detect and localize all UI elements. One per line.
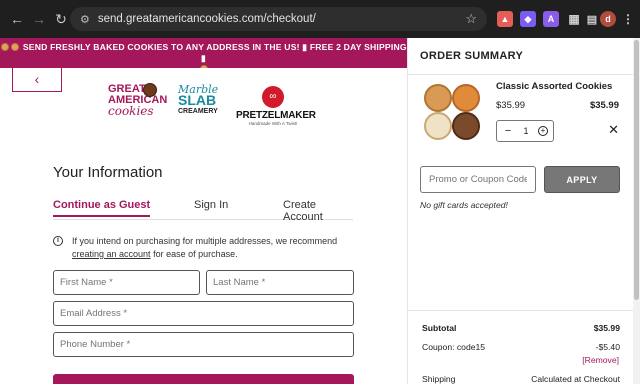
plus-button[interactable]: + xyxy=(537,126,548,136)
shipping-label: Shipping xyxy=(422,374,456,384)
promo-banner: SEND FRESHLY BAKED COOKIES TO ANY ADDRES… xyxy=(0,38,407,73)
section-title: Your Information xyxy=(53,164,163,181)
arrow-left-icon[interactable]: ← xyxy=(6,8,28,30)
pretzel-icon: ∞ xyxy=(262,86,284,108)
checkout-form-panel: ‹ GREAT AMERICAN cookies Marble SLAB CRE… xyxy=(0,68,407,384)
reload-icon[interactable]: ↻ xyxy=(50,8,72,30)
brave-shield-icon[interactable]: ▲ xyxy=(497,11,513,27)
quantity-stepper: − 1 + xyxy=(496,120,554,142)
email-field[interactable] xyxy=(53,301,354,326)
profile-avatar[interactable]: d xyxy=(600,11,616,27)
product-name: Classic Assorted Cookies xyxy=(496,81,613,92)
first-name-field[interactable] xyxy=(53,270,200,295)
menu-kebab-icon[interactable]: ⋮ xyxy=(620,11,636,27)
a-extension-icon[interactable]: A xyxy=(543,11,559,27)
truck-icon: ▮ xyxy=(302,42,308,52)
info-text: for ease of purchase. xyxy=(150,249,238,259)
product-image xyxy=(422,82,482,142)
info-notice: i If you intend on purchasing for multip… xyxy=(53,235,353,261)
back-button[interactable]: ‹ xyxy=(12,68,62,92)
create-account-link[interactable]: creating an account xyxy=(72,249,151,259)
subtotal-row: Subtotal $35.99 xyxy=(422,323,620,333)
logo-text: CREAMERY xyxy=(178,108,218,115)
truck-icon: ▮ xyxy=(201,53,206,63)
tab-sign-in[interactable]: Sign In xyxy=(194,199,228,211)
scrollbar-thumb[interactable] xyxy=(634,40,639,300)
promo-code-input[interactable] xyxy=(420,166,536,193)
info-icon: i xyxy=(53,236,63,246)
shipping-row: Shipping Calculated at Checkout xyxy=(422,374,620,384)
coupon-row: Coupon: code15 -$5.40 xyxy=(422,342,620,352)
last-name-field[interactable] xyxy=(206,270,354,295)
info-text: If you intend on purchasing for multiple… xyxy=(72,236,338,246)
arrow-right-icon[interactable]: → xyxy=(28,8,50,30)
coupon-value: -$5.40 xyxy=(595,342,620,352)
logo-text: PRETZELMAKER xyxy=(236,110,316,121)
product-price: $35.99 xyxy=(496,100,526,111)
coupon-label: Coupon: code15 xyxy=(422,342,486,352)
divider xyxy=(408,310,634,311)
puzzle-icon[interactable]: ▦ xyxy=(566,11,582,27)
phone-field[interactable] xyxy=(53,332,354,357)
scrollbar[interactable] xyxy=(633,38,640,384)
cookie-icon xyxy=(143,83,157,97)
address-bar[interactable]: ⚙ send.greatamericancookies.com/checkout… xyxy=(70,7,487,31)
logo-tagline: Handmade With A Twist! xyxy=(248,121,298,126)
remove-coupon-link[interactable]: [Remove] xyxy=(582,355,619,365)
url-text[interactable]: send.greatamericancookies.com/checkout/ xyxy=(98,13,316,25)
marble-slab-logo[interactable]: Marble SLAB CREAMERY xyxy=(178,84,226,117)
banner-text-2: FREE 2 DAY SHIPPING xyxy=(309,42,407,52)
cookie-icon xyxy=(1,43,10,51)
minus-button[interactable]: − xyxy=(502,125,514,137)
subtotal-value: $35.99 xyxy=(593,323,620,333)
order-summary-title: ORDER SUMMARY xyxy=(420,50,524,62)
product-line-total: $35.99 xyxy=(589,100,619,111)
logo-text: SLAB xyxy=(178,92,217,108)
chevron-left-icon: ‹ xyxy=(34,70,40,87)
pretzelmaker-logo[interactable]: ∞ PRETZELMAKER Handmade With A Twist! xyxy=(236,86,316,126)
tab-guest[interactable]: Continue as Guest xyxy=(53,199,151,217)
apply-button[interactable]: APPLY xyxy=(544,166,620,193)
divider xyxy=(408,74,634,75)
site-info-icon[interactable]: ⚙ xyxy=(80,13,90,26)
logo-text: cookies xyxy=(108,104,154,118)
subtotal-label: Subtotal xyxy=(422,323,457,333)
shipping-value: Calculated at Checkout xyxy=(531,374,620,384)
quantity-value: 1 xyxy=(523,126,529,136)
tab-create-account[interactable]: Create Account xyxy=(283,199,353,223)
remove-item-icon[interactable]: ✕ xyxy=(608,122,619,138)
order-summary-panel: ORDER SUMMARY Classic Assorted Cookies $… xyxy=(407,38,634,384)
banner-text: SEND FRESHLY BAKED COOKIES TO ANY ADDRES… xyxy=(22,42,303,52)
sidebar-icon[interactable]: ▤ xyxy=(584,11,600,27)
bookmark-star-icon[interactable]: ☆ xyxy=(465,11,477,27)
shield-icon[interactable]: ◆ xyxy=(520,11,536,27)
browser-toolbar: ← → ↻ ⚙ send.greatamericancookies.com/ch… xyxy=(0,0,640,38)
cookie-icon xyxy=(11,43,20,51)
no-gift-cards-note: No gift cards accepted! xyxy=(420,200,508,210)
auth-tabs: Continue as Guest Sign In Create Account xyxy=(53,198,353,223)
great-american-cookies-logo[interactable]: GREAT AMERICAN cookies xyxy=(108,83,167,118)
continue-button[interactable] xyxy=(53,374,354,384)
